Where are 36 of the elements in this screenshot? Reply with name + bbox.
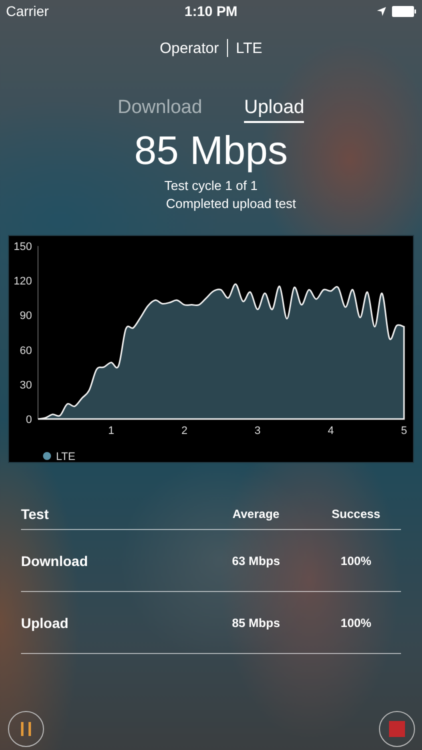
legend-label: LTE <box>56 451 76 462</box>
table-cell-text: 63 Mbps <box>230 554 281 568</box>
table-cell-text: 85 Mbps <box>230 616 281 630</box>
pause-icon <box>21 722 31 736</box>
column-header: Average <box>232 507 280 521</box>
location-arrow-icon <box>377 6 386 16</box>
table-cell-text: Download <box>21 552 89 568</box>
test-status-label: Completed upload test <box>166 195 296 213</box>
tab[interactable]: Download <box>118 97 202 123</box>
tab[interactable]: Upload <box>244 97 304 123</box>
table-cell-text: Upload <box>21 614 70 630</box>
operator-label: Operator <box>160 40 219 56</box>
column-header: Success <box>330 507 382 521</box>
test-cycle-label: Test cycle 1 of 1 <box>164 177 258 195</box>
network-label: LTE <box>236 40 262 56</box>
y-tick-label: 0 <box>26 414 32 426</box>
y-tick-label: 60 <box>20 344 32 357</box>
y-tick-label: 120 <box>14 276 32 288</box>
stop-button[interactable] <box>379 711 415 747</box>
battery-icon <box>392 6 416 16</box>
x-tick-label: 3 <box>254 425 261 437</box>
y-tick-label: 90 <box>20 310 32 322</box>
table-cell-text: 100% <box>340 554 372 568</box>
pause-button[interactable] <box>8 711 44 747</box>
x-tick-label: 2 <box>181 425 188 437</box>
x-tick-label: 1 <box>108 425 114 437</box>
y-tick-label: 30 <box>20 379 32 392</box>
column-header: Test <box>21 506 50 522</box>
x-tick-label: 5 <box>400 425 408 437</box>
speed-reading: 85 Mbps <box>133 128 289 175</box>
x-tick-label: 4 <box>328 425 334 437</box>
table-cell-text: 100% <box>340 616 372 630</box>
y-tick-label: 150 <box>14 241 32 253</box>
stop-icon <box>389 721 405 737</box>
carrier-label: Carrier <box>6 3 49 19</box>
clock: 1:10 PM <box>184 3 238 19</box>
